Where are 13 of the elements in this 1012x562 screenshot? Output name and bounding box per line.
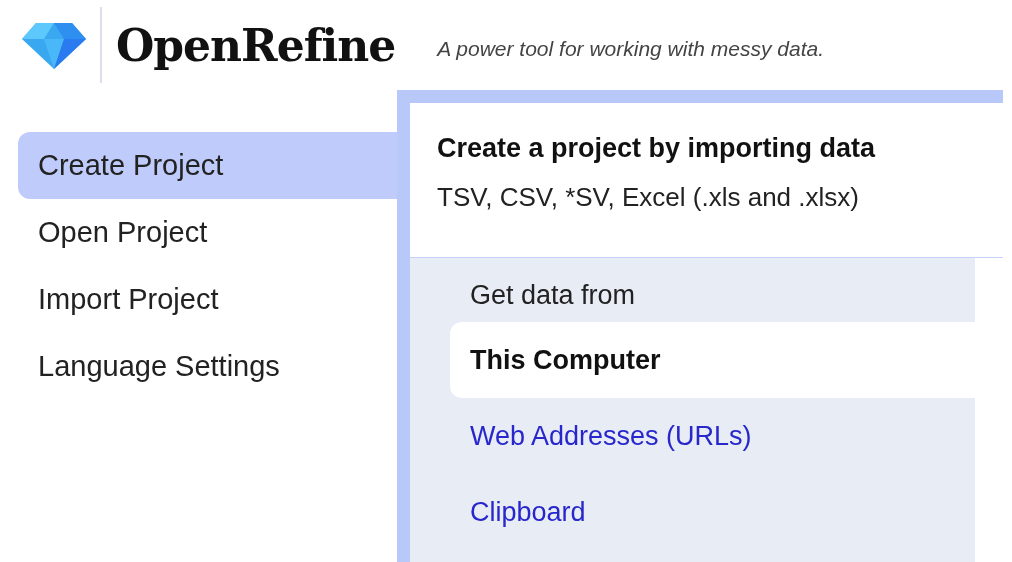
panel-title: Create a project by importing data [437, 133, 877, 164]
source-link[interactable]: Clipboard [450, 474, 975, 550]
section-heading: Get data from [469, 279, 637, 312]
app-logo-text: OpenRefine [116, 19, 396, 71]
source-link[interactable]: Web Addresses (URLs) [450, 398, 975, 474]
sidebar-item[interactable]: Import Project [18, 266, 397, 333]
sidebar-item[interactable]: Open Project [18, 199, 397, 266]
tagline: A power tool for working with messy data. [437, 37, 824, 61]
supported-formats-text: TSV, CSV, *SV, Excel (.xls and .xlsx) [437, 182, 860, 213]
source-tab[interactable]: This Computer [450, 322, 975, 398]
diamond-icon [22, 21, 86, 69]
sidebar-item[interactable]: Create Project [18, 132, 397, 199]
sidebar-item[interactable]: Language Settings [18, 333, 397, 400]
